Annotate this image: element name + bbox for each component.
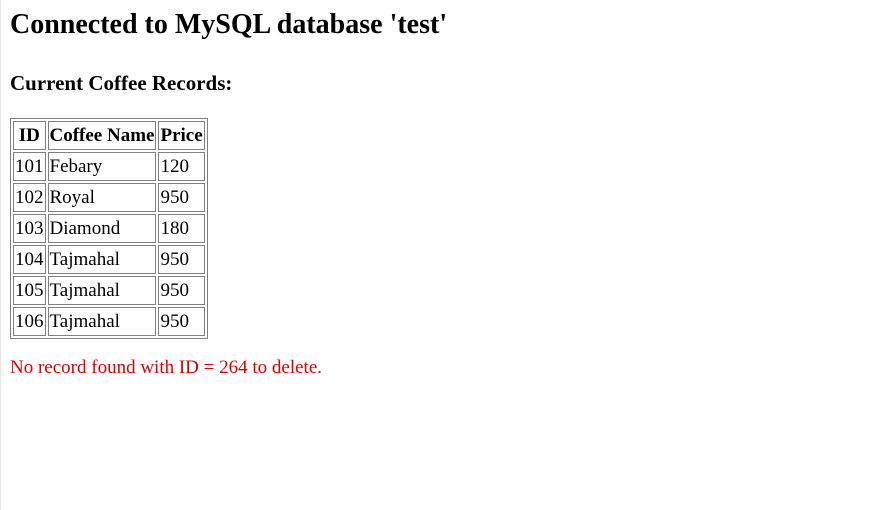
cell-id: 103: [13, 214, 46, 243]
section-heading: Current Coffee Records:: [10, 71, 233, 95]
cell-price: 120: [158, 152, 205, 181]
column-header-coffee-name: Coffee Name: [47, 121, 157, 150]
table-row: 101 Febary 120: [13, 152, 205, 181]
cell-price: 950: [158, 245, 205, 274]
page: Connected to MySQL database 'test' Curre…: [0, 0, 885, 510]
cell-id: 101: [13, 152, 46, 181]
coffee-records-table: ID Coffee Name Price 101 Febary 120 102 …: [10, 118, 208, 339]
column-header-price: Price: [158, 121, 205, 150]
cell-coffee-name: Tajmahal: [47, 276, 157, 305]
table-row: 104 Tajmahal 950: [13, 245, 205, 274]
status-message: No record found with ID = 264 to delete.: [10, 357, 322, 378]
page-title: Connected to MySQL database 'test': [10, 9, 448, 40]
left-divider: [0, 0, 1, 510]
cell-price: 950: [158, 276, 205, 305]
table-row: 103 Diamond 180: [13, 214, 205, 243]
table-header-row: ID Coffee Name Price: [13, 121, 205, 150]
cell-coffee-name: Tajmahal: [47, 245, 157, 274]
column-header-id: ID: [13, 121, 46, 150]
table-row: 102 Royal 950: [13, 183, 205, 212]
cell-id: 104: [13, 245, 46, 274]
cell-coffee-name: Febary: [47, 152, 157, 181]
cell-coffee-name: Diamond: [47, 214, 157, 243]
cell-id: 106: [13, 307, 46, 336]
cell-coffee-name: Royal: [47, 183, 157, 212]
cell-price: 180: [158, 214, 205, 243]
cell-id: 102: [13, 183, 46, 212]
cell-id: 105: [13, 276, 46, 305]
table-row: 106 Tajmahal 950: [13, 307, 205, 336]
cell-price: 950: [158, 307, 205, 336]
table-row: 105 Tajmahal 950: [13, 276, 205, 305]
cell-price: 950: [158, 183, 205, 212]
cell-coffee-name: Tajmahal: [47, 307, 157, 336]
